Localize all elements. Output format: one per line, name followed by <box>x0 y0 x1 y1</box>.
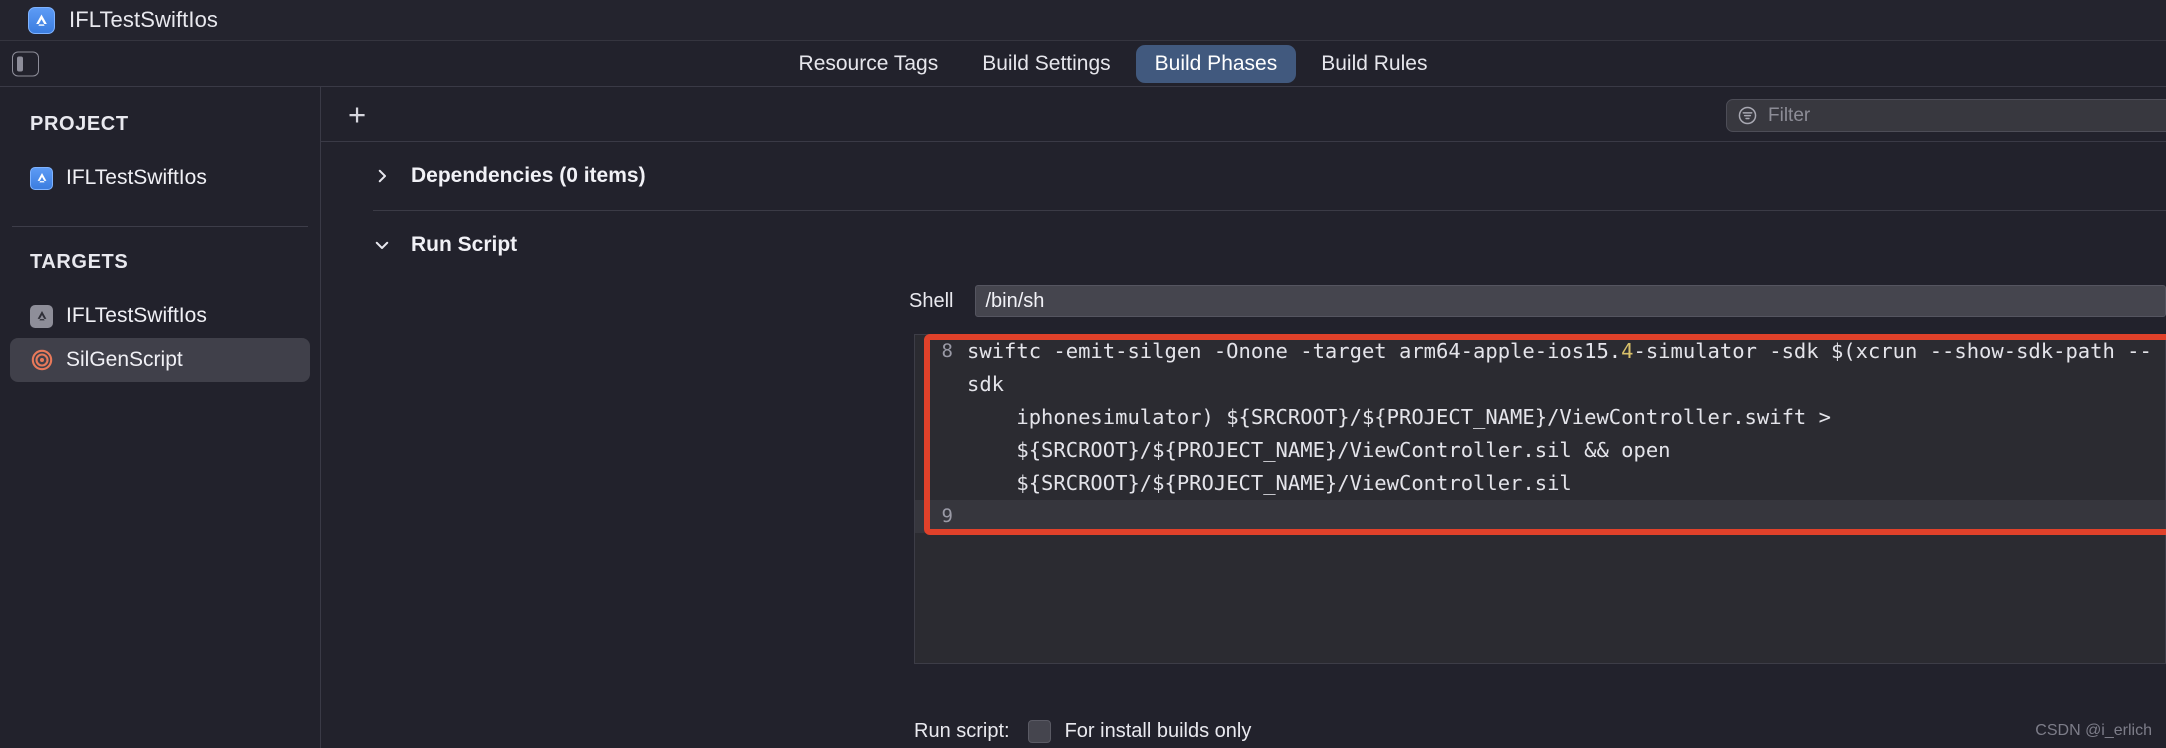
chevron-down-icon[interactable] <box>373 236 391 254</box>
tab-build-rules[interactable]: Build Rules <box>1302 45 1446 83</box>
project-section-label: PROJECT <box>0 113 320 136</box>
build-phases-pane: + Filter <box>321 87 2166 748</box>
run-script-label: Run script: <box>914 720 1010 743</box>
sidebar-toggle-icon[interactable] <box>12 51 39 76</box>
phase-title: Dependencies (0 items) <box>411 164 646 188</box>
phase-row-run-script[interactable]: Run Script <box>321 211 2166 279</box>
sidebar-divider <box>12 226 308 227</box>
shell-row: Shell /bin/sh <box>321 279 2166 323</box>
appstore-icon <box>30 305 53 328</box>
filter-icon <box>1737 105 1758 126</box>
shell-label: Shell <box>909 290 953 313</box>
code-segment-number: 4 <box>1621 339 1633 363</box>
for-install-builds-only-checkbox[interactable] <box>1028 720 1051 743</box>
tab-build-phases[interactable]: Build Phases <box>1136 45 1297 83</box>
editor-tabbar: Resource Tags Build Settings Build Phase… <box>0 41 2166 87</box>
phase-title: Run Script <box>411 233 517 257</box>
sidebar-item-project-iflTestSwiftIos[interactable]: IFLTestSwiftIos <box>10 156 310 200</box>
for-install-builds-only-label: For install builds only <box>1065 720 1252 743</box>
code-line: 9 <box>915 500 2165 533</box>
run-script-footer: Run script: For install builds only <box>321 714 2166 748</box>
sidebar-item-label: SilGenScript <box>66 348 183 372</box>
add-build-phase-button[interactable]: + <box>348 99 366 130</box>
window-title: IFLTestSwiftIos <box>69 7 218 33</box>
shell-input[interactable]: /bin/sh <box>975 285 2166 317</box>
script-editor[interactable]: 8 swiftc -emit-silgen -Onone -target arm… <box>914 334 2166 664</box>
sidebar-item-target-silgenscript[interactable]: SilGenScript <box>10 338 310 382</box>
window-body: PROJECT IFLTestSwiftIos TARGETS IFLTestS… <box>0 87 2166 748</box>
appstore-icon <box>28 7 55 34</box>
filter-field[interactable]: Filter <box>1726 99 2166 132</box>
code-segment: swiftc -emit-silgen -Onone -target arm64… <box>967 339 1621 363</box>
filter-placeholder: Filter <box>1768 105 1810 127</box>
sidebar-item-target-iflTestSwiftIos[interactable]: IFLTestSwiftIos <box>10 294 310 338</box>
tab-list: Resource Tags Build Settings Build Phase… <box>720 45 1447 83</box>
chevron-right-icon[interactable] <box>373 167 391 185</box>
tab-resource-tags[interactable]: Resource Tags <box>780 45 958 83</box>
line-number: 8 <box>915 335 967 368</box>
xcode-window: IFLTestSwiftIos Resource Tags Build Sett… <box>0 0 2166 748</box>
line-number: 9 <box>915 500 967 533</box>
targets-section-label: TARGETS <box>0 251 320 274</box>
watermark: CSDN @i_erlich <box>2035 722 2152 740</box>
script-editor-wrap: 8 swiftc -emit-silgen -Onone -target arm… <box>914 334 2166 664</box>
tab-build-settings[interactable]: Build Settings <box>963 45 1129 83</box>
target-rings-icon <box>30 349 53 372</box>
build-phases-toolbar: + Filter <box>321 87 2166 142</box>
window-titlebar: IFLTestSwiftIos <box>0 0 2166 41</box>
code-line: 8 swiftc -emit-silgen -Onone -target arm… <box>915 335 2165 500</box>
code-text[interactable]: swiftc -emit-silgen -Onone -target arm64… <box>967 335 2165 500</box>
appstore-icon <box>30 167 53 190</box>
phase-row-dependencies[interactable]: Dependencies (0 items) <box>321 142 2166 210</box>
sidebar-toggle-bar <box>17 56 23 71</box>
project-navigator-sidebar: PROJECT IFLTestSwiftIos TARGETS IFLTestS… <box>0 87 321 748</box>
sidebar-item-label: IFLTestSwiftIos <box>66 166 207 190</box>
sidebar-item-label: IFLTestSwiftIos <box>66 304 207 328</box>
